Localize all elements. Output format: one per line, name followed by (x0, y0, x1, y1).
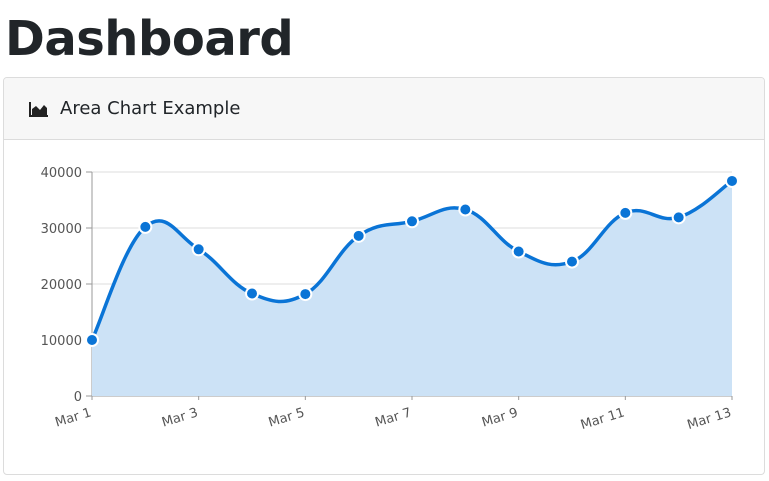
x-tick-label: Mar 9 (480, 405, 520, 430)
y-tick-label: 20000 (41, 278, 82, 293)
data-point (618, 205, 633, 220)
data-point (725, 173, 739, 188)
area-chart-icon (28, 100, 50, 118)
data-point (351, 228, 366, 243)
data-point (405, 214, 419, 229)
x-tick-label: Mar 5 (267, 405, 307, 430)
area-chart: 0 10000 20000 30000 40000 Mar 1 Mar 3 Mar 5 Mar … (41, 166, 739, 433)
y-tick-label: 0 (74, 390, 82, 405)
chart-area: 0 10000 20000 30000 40000 Mar 1 Mar 3 Mar 5 Mar … (4, 140, 764, 474)
data-point (671, 210, 686, 225)
y-tick-label: 10000 (41, 334, 82, 349)
data-point (298, 287, 313, 302)
y-tick-label: 30000 (41, 222, 82, 237)
page-title: Dashboard (5, 11, 294, 67)
card-header: Area Chart Example (4, 78, 764, 140)
data-point (191, 242, 206, 257)
x-tick-label: Mar 7 (373, 405, 413, 430)
data-point (85, 333, 99, 347)
x-tick-label: Mar 11 (579, 405, 627, 433)
data-point (245, 286, 259, 301)
y-tick-label: 40000 (41, 166, 82, 181)
data-point (511, 244, 526, 259)
data-point (565, 254, 579, 269)
area-chart-card: Area Chart Example 0 10000 20000 30000 40000… (3, 77, 765, 475)
data-point (138, 219, 153, 234)
card-title: Area Chart Example (60, 98, 241, 119)
data-point (458, 202, 473, 217)
x-tick-label: Mar 1 (53, 405, 93, 430)
x-tick-label: Mar 13 (686, 405, 734, 433)
area-fill (92, 180, 732, 396)
x-tick-label: Mar 3 (160, 405, 200, 430)
